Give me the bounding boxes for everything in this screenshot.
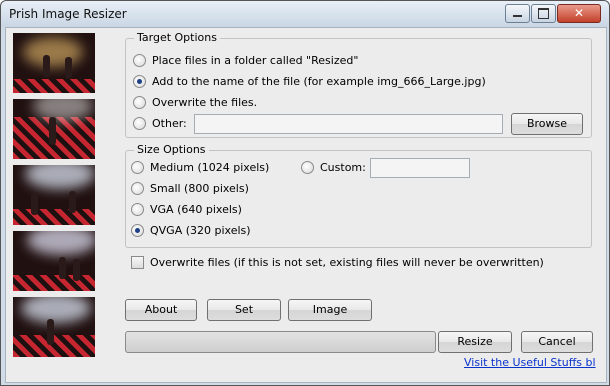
size-custom-option[interactable]: Custom: xyxy=(301,160,366,175)
size-vga-option[interactable]: VGA (640 pixels) xyxy=(131,202,242,217)
overwrite-files-label: Overwrite files (if this is not set, exi… xyxy=(150,256,544,269)
window-title: Prish Image Resizer xyxy=(9,7,127,21)
size-custom-label: Custom: xyxy=(320,161,366,174)
close-icon: ✕ xyxy=(573,6,585,20)
minimize-button[interactable] xyxy=(505,4,530,23)
size-vga-label: VGA (640 pixels) xyxy=(150,203,242,216)
size-qvga-option[interactable]: QVGA (320 pixels) xyxy=(131,223,251,238)
progress-bar xyxy=(125,331,436,353)
minimize-icon xyxy=(513,15,522,17)
useful-stuffs-link[interactable]: Visit the Useful Stuffs bl xyxy=(464,356,597,369)
client-area: Target Options Place files in a folder c… xyxy=(5,27,607,383)
size-small-label: Small (800 pixels) xyxy=(150,182,249,195)
size-small-option[interactable]: Small (800 pixels) xyxy=(131,181,249,196)
target-overwrite-option[interactable]: Overwrite the files. xyxy=(133,95,257,110)
size-options-label: Size Options xyxy=(134,143,209,156)
thumbnail-4 xyxy=(13,231,95,291)
target-add-name-option[interactable]: Add to the name of the file (for example… xyxy=(133,74,486,89)
target-folder-option[interactable]: Place files in a folder called "Resized" xyxy=(133,53,358,68)
size-qvga-label: QVGA (320 pixels) xyxy=(150,224,251,237)
set-button[interactable]: Set xyxy=(207,299,281,321)
resize-button[interactable]: Resize xyxy=(438,331,512,353)
target-add-name-radio[interactable] xyxy=(133,75,146,88)
thumbnail-1 xyxy=(13,33,95,93)
target-folder-radio[interactable] xyxy=(133,54,146,67)
target-other-radio[interactable] xyxy=(133,117,146,130)
maximize-button[interactable] xyxy=(531,4,556,23)
size-small-radio[interactable] xyxy=(131,182,144,195)
target-other-option[interactable]: Other: xyxy=(133,116,187,131)
thumbnail-5 xyxy=(13,297,95,357)
about-button[interactable]: About xyxy=(125,299,197,321)
size-medium-option[interactable]: Medium (1024 pixels) xyxy=(131,160,269,175)
custom-size-input[interactable] xyxy=(370,158,470,178)
target-add-name-label: Add to the name of the file (for example… xyxy=(152,75,486,88)
overwrite-files-option[interactable]: Overwrite files (if this is not set, exi… xyxy=(131,255,544,270)
size-qvga-radio[interactable] xyxy=(131,224,144,237)
other-path-input[interactable] xyxy=(194,114,503,134)
image-button[interactable]: Image xyxy=(288,299,372,321)
target-options-label: Target Options xyxy=(134,31,220,44)
target-overwrite-label: Overwrite the files. xyxy=(152,96,258,109)
thumbnail-3 xyxy=(13,165,95,225)
thumbnail-2 xyxy=(13,99,95,159)
app-window: Prish Image Resizer ✕ Target Options Pla… xyxy=(0,0,610,386)
close-button[interactable]: ✕ xyxy=(557,4,601,23)
size-medium-label: Medium (1024 pixels) xyxy=(150,161,270,174)
size-medium-radio[interactable] xyxy=(131,161,144,174)
size-custom-radio[interactable] xyxy=(301,161,314,174)
target-overwrite-radio[interactable] xyxy=(133,96,146,109)
target-folder-label: Place files in a folder called "Resized" xyxy=(152,54,359,67)
maximize-icon xyxy=(538,8,549,19)
browse-button[interactable]: Browse xyxy=(511,113,583,135)
size-vga-radio[interactable] xyxy=(131,203,144,216)
overwrite-files-checkbox[interactable] xyxy=(131,256,144,269)
target-other-label: Other: xyxy=(152,117,187,130)
title-bar[interactable]: Prish Image Resizer ✕ xyxy=(1,1,609,27)
cancel-button[interactable]: Cancel xyxy=(521,331,593,353)
